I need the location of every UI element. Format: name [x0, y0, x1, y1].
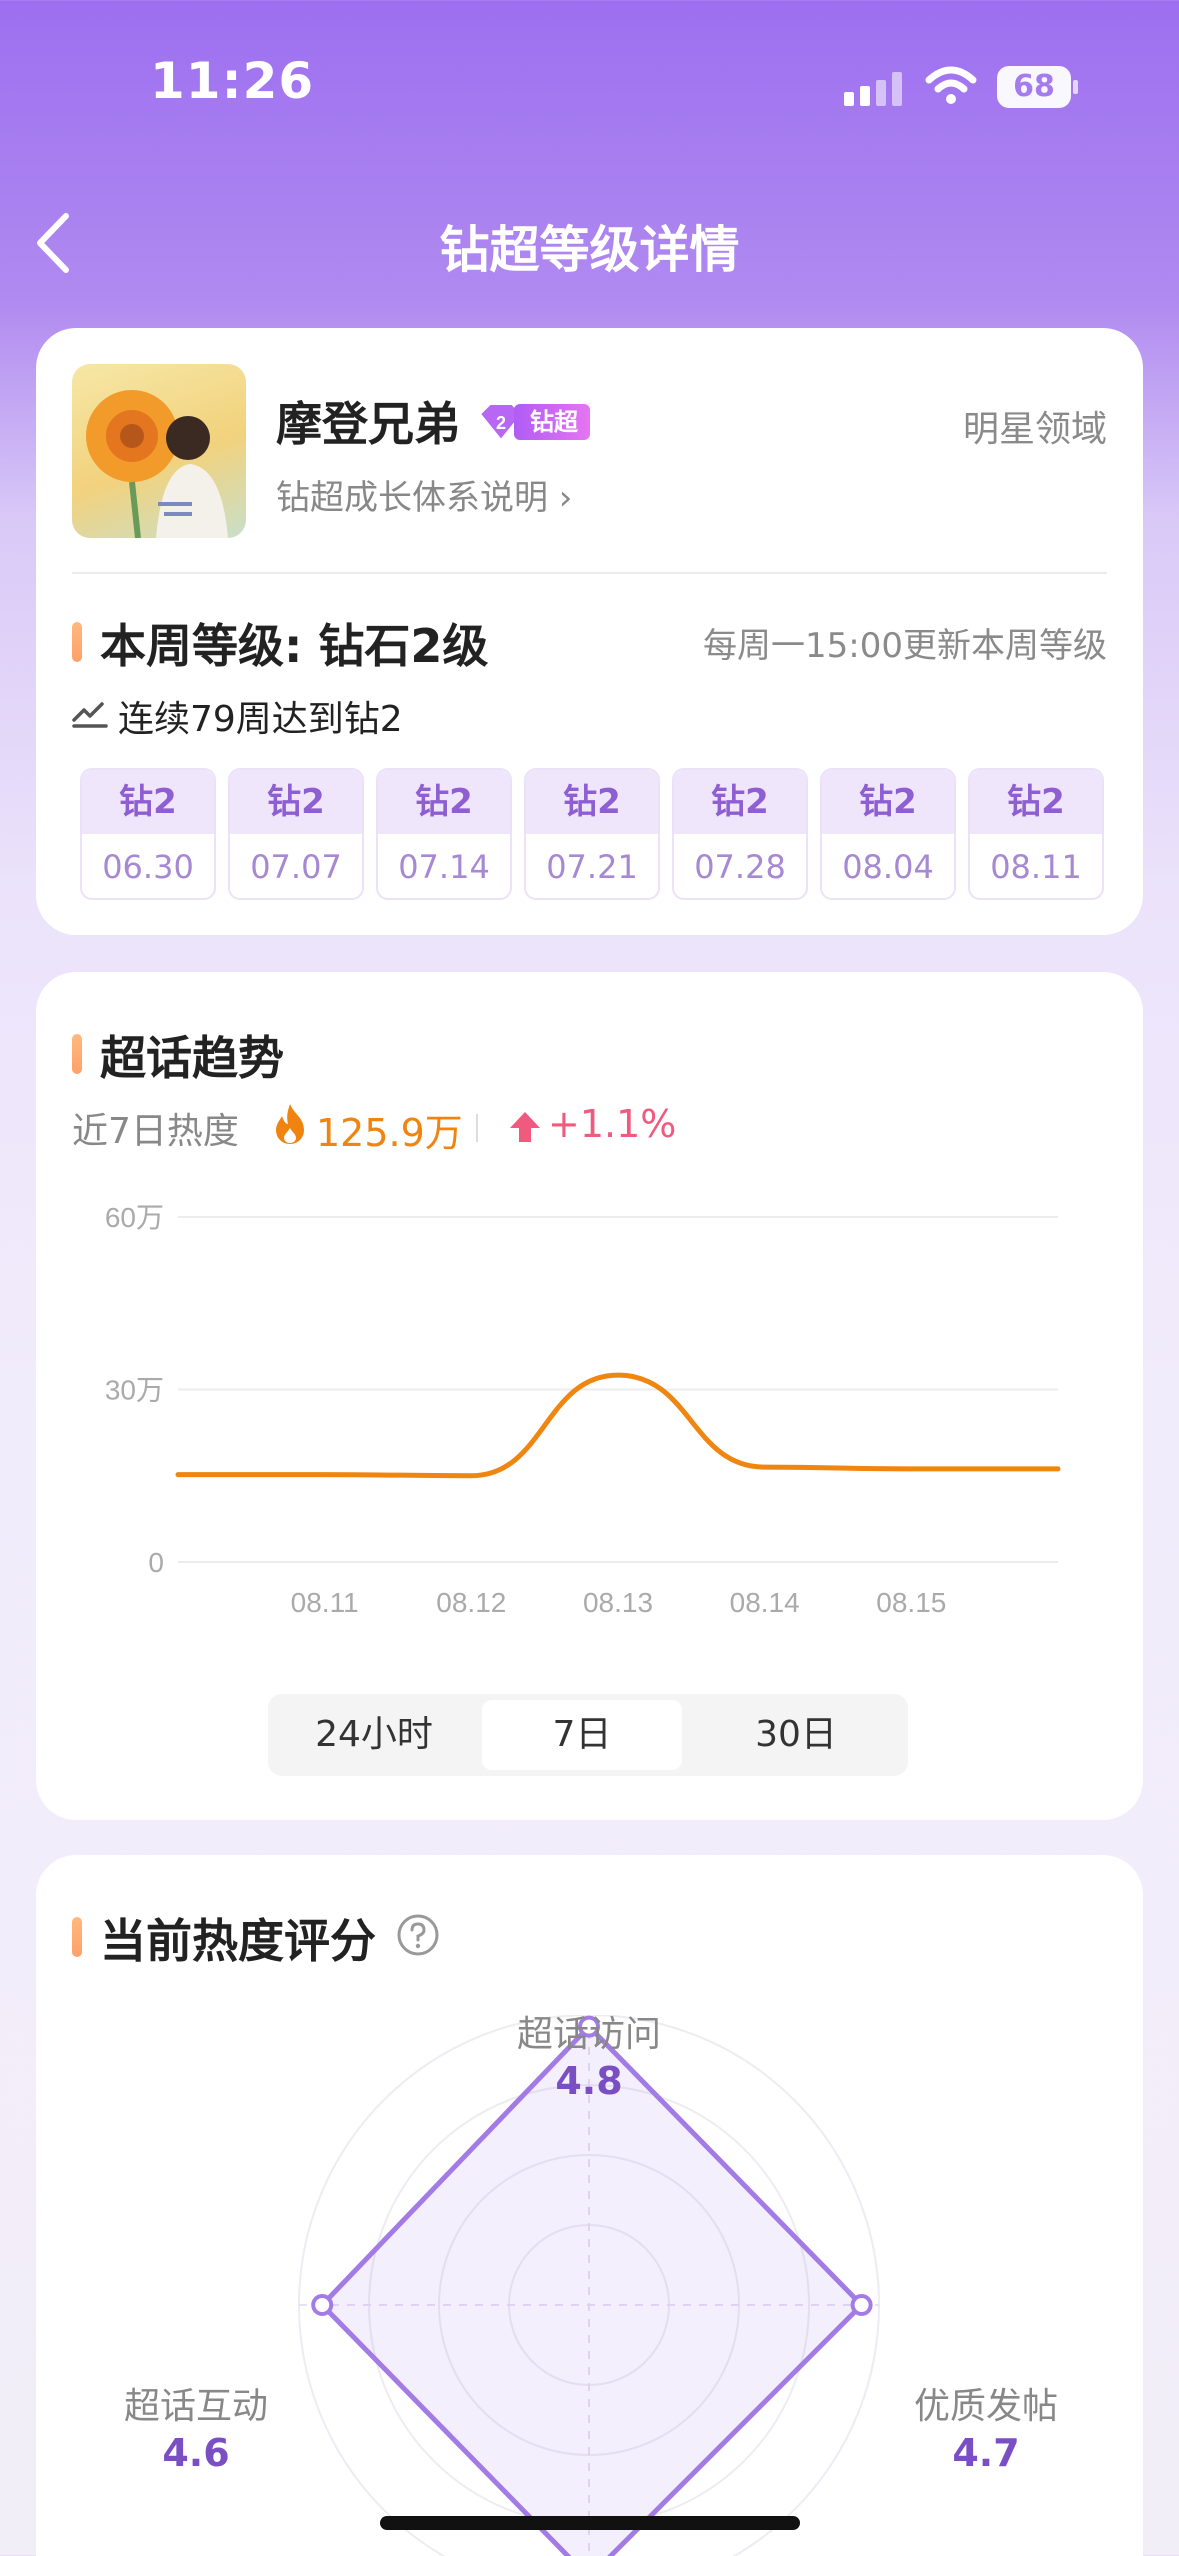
separator [476, 1114, 478, 1142]
x-tick-label: 08.11 [291, 1587, 359, 1618]
badge-level: 2 [496, 413, 506, 433]
growth-system-link[interactable]: 钻超成长体系说明 › [276, 470, 572, 519]
trend-up-icon [72, 702, 108, 728]
star-name: 摩登兄弟 [276, 397, 460, 451]
week-date: 08.04 [842, 848, 934, 886]
week-date: 07.28 [694, 848, 786, 886]
weekly-level-list: 钻2 06.30 钻2 07.07 钻2 07.14 钻2 07.21 钻2 0… [80, 768, 1104, 900]
status-time: 11:26 [150, 52, 315, 110]
axis-label-visits: 超话访问 [516, 2014, 661, 2055]
axis-value-interaction: 4.6 [162, 2431, 230, 2475]
week-item: 钻2 07.21 [524, 768, 660, 900]
y-tick-label: 30万 [105, 1375, 164, 1406]
week-item: 钻2 08.04 [820, 768, 956, 900]
wifi-icon [925, 66, 977, 104]
week-date: 07.14 [398, 848, 490, 886]
week-item: 钻2 07.28 [672, 768, 808, 900]
status-bar: 11:26 68 [0, 0, 1179, 170]
week-date: 07.21 [546, 848, 638, 886]
range-option-30d[interactable]: 30日 [690, 1700, 902, 1770]
home-indicator [380, 2516, 800, 2530]
trend-card: 超话趋势 近7日热度 125.9万 +1.1% 0 30万 60万 08.11 08.1… [36, 972, 1143, 1820]
weekly-level-title: 本周等级: 钻石2级 [100, 619, 489, 673]
week-item: 钻2 07.07 [228, 768, 364, 900]
badge-label: 钻超 [514, 404, 590, 440]
question-circle-icon[interactable] [396, 1913, 440, 1957]
trend-title: 超话趋势 [100, 1031, 284, 1085]
range-toggle: 24小时 7日 30日 [268, 1694, 908, 1776]
x-tick-label: 08.12 [436, 1587, 506, 1618]
section-accent [72, 1034, 82, 1074]
heat-value: 125.9万 [316, 1111, 463, 1155]
score-title: 当前热度评分 [100, 1914, 376, 1968]
page-title: 钻超等级详情 [439, 221, 740, 279]
range-option-24h[interactable]: 24小时 [274, 1700, 474, 1770]
section-accent [72, 1917, 82, 1957]
week-level: 钻2 [378, 770, 510, 834]
axis-label-interaction: 超话互动 [123, 2386, 268, 2427]
signal-icon [844, 72, 902, 106]
y-tick-label: 0 [148, 1547, 164, 1578]
change-value: +1.1% [548, 1102, 677, 1146]
axis-value-quality-posts: 4.7 [952, 2431, 1020, 2475]
week-level: 钻2 [82, 770, 214, 834]
section-accent [72, 622, 82, 662]
week-date: 07.07 [250, 848, 342, 886]
week-level: 钻2 [970, 770, 1102, 834]
divider [72, 572, 1107, 574]
week-item: 钻2 06.30 [80, 768, 216, 900]
week-item: 钻2 08.11 [968, 768, 1104, 900]
week-level: 钻2 [674, 770, 806, 834]
range-option-7d[interactable]: 7日 [482, 1700, 682, 1770]
x-tick-label: 08.15 [876, 1587, 946, 1618]
score-card: 当前热度评分 超话访问 4.8 优质发帖 4.7 超话互动 4.6 [36, 1855, 1143, 2556]
radar-point [850, 2294, 873, 2316]
radar-area [319, 2024, 865, 2556]
y-tick-label: 60万 [105, 1202, 164, 1233]
update-note: 每周一15:00更新本周等级 [703, 626, 1107, 666]
trend-chart: 0 30万 60万 08.11 08.12 08.13 08.14 08.15 [105, 1202, 1061, 1618]
axis-value-visits: 4.8 [555, 2059, 623, 2103]
avatar[interactable] [72, 364, 246, 538]
x-tick-label: 08.14 [730, 1587, 800, 1618]
week-level: 钻2 [526, 770, 658, 834]
nav-bar: 钻超等级详情 [0, 190, 1179, 300]
battery-level: 68 [1013, 69, 1055, 104]
fire-icon [276, 1104, 304, 1144]
axis-label-quality-posts: 优质发帖 [913, 2386, 1058, 2427]
week-level: 钻2 [230, 770, 362, 834]
x-tick-label: 08.13 [583, 1587, 653, 1618]
radar-point [311, 2294, 334, 2316]
level-card: 摩登兄弟 2 钻超 钻超成长体系说明 › 明星领域 本周等级: 钻石2级 每周一… [36, 328, 1143, 935]
battery-icon: 68 [997, 66, 1078, 108]
domain-label[interactable]: 明星领域 [963, 400, 1107, 452]
diamond-badge: 2 钻超 [476, 402, 606, 442]
week-level: 钻2 [822, 770, 954, 834]
heat-label: 近7日热度 [72, 1111, 239, 1152]
week-date: 08.11 [990, 848, 1082, 886]
week-item: 钻2 07.14 [376, 768, 512, 900]
arrow-up-icon [510, 1112, 540, 1142]
week-date: 06.30 [102, 848, 194, 886]
streak-text: 连续79周达到钻2 [118, 699, 403, 740]
